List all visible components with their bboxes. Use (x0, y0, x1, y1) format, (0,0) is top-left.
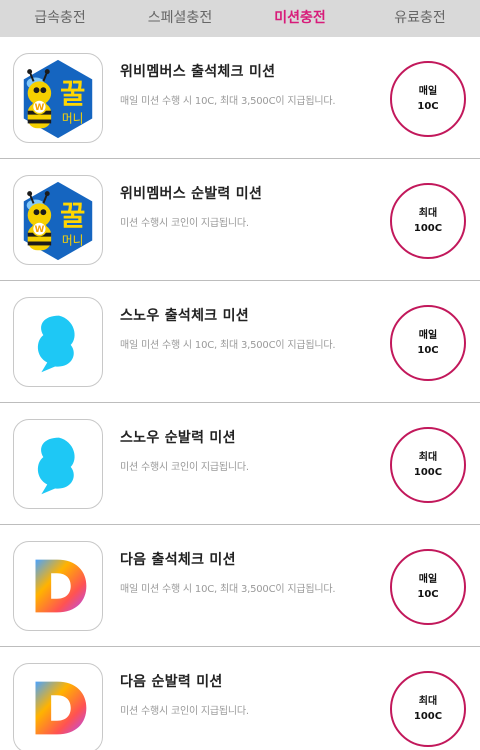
reward-label: 매일 (418, 86, 438, 97)
mission-description: 매일 미션 수행 시 10C, 최대 3,500C이 지급됩니다. (120, 96, 336, 107)
reward-label: 매일 (418, 330, 438, 341)
mission-description: 미션 수행시 코인이 지급됩니다. (120, 462, 249, 473)
mission-list: W 꿀 머니 위비멤버스 출석체크 미션 매일 미션 수행 시 10C, 최대 … (0, 37, 480, 750)
mission-title: 다음 출석체크 미션 (120, 552, 236, 568)
reward-label: 최대 (418, 208, 438, 219)
mission-row[interactable]: 다음 순발력 미션 미션 수행시 코인이 지급됩니다. 최대 100C (0, 647, 480, 750)
mission-title: 스노우 순발력 미션 (120, 430, 236, 446)
reward-button[interactable]: 최대 100C (390, 671, 466, 747)
mission-row[interactable]: 스노우 순발력 미션 미션 수행시 코인이 지급됩니다. 최대 100C (0, 403, 480, 525)
reward-button[interactable]: 매일 10C (390, 549, 466, 625)
reward-label: 최대 (418, 696, 438, 707)
mission-title: 스노우 출석체크 미션 (120, 308, 249, 324)
svg-text:꿀: 꿀 (60, 79, 85, 110)
daum-icon (13, 541, 103, 631)
reward-amount: 10C (417, 589, 439, 600)
reward-amount: 10C (417, 101, 439, 112)
svg-text:W: W (35, 103, 45, 113)
mission-description: 미션 수행시 코인이 지급됩니다. (120, 218, 249, 229)
reward-amount: 100C (413, 467, 443, 478)
svg-text:머니: 머니 (62, 233, 84, 247)
mission-row[interactable]: 다음 출석체크 미션 매일 미션 수행 시 10C, 최대 3,500C이 지급… (0, 525, 480, 647)
reward-label: 매일 (418, 574, 438, 585)
reward-button[interactable]: 최대 100C (390, 427, 466, 503)
snow-icon (13, 419, 103, 509)
reward-button[interactable]: 매일 10C (390, 305, 466, 381)
reward-button[interactable]: 매일 10C (390, 61, 466, 137)
mission-description: 매일 미션 수행 시 10C, 최대 3,500C이 지급됩니다. (120, 584, 336, 595)
kkul-money-icon: W 꿀 머니 (13, 53, 103, 143)
mission-row[interactable]: 스노우 출석체크 미션 매일 미션 수행 시 10C, 최대 3,500C이 지… (0, 281, 480, 403)
kkul-money-icon: W 꿀 머니 (13, 175, 103, 265)
mission-title: 위비멤버스 순발력 미션 (120, 186, 263, 202)
reward-button[interactable]: 최대 100C (390, 183, 466, 259)
svg-text:꿀: 꿀 (60, 201, 85, 232)
daum-icon (13, 663, 103, 750)
svg-text:W: W (35, 225, 45, 235)
svg-text:머니: 머니 (62, 111, 84, 125)
snow-icon (13, 297, 103, 387)
mission-row[interactable]: W 꿀 머니 위비멤버스 출석체크 미션 매일 미션 수행 시 10C, 최대 … (0, 37, 480, 159)
reward-label: 최대 (418, 452, 438, 463)
mission-description: 미션 수행시 코인이 지급됩니다. (120, 706, 249, 717)
reward-amount: 100C (413, 223, 443, 234)
mission-title: 다음 순발력 미션 (120, 674, 223, 690)
reward-amount: 100C (413, 711, 443, 722)
mission-row[interactable]: W 꿀 머니 위비멤버스 순발력 미션 미션 수행시 코인이 지급됩니다. 최대… (0, 159, 480, 281)
mission-description: 매일 미션 수행 시 10C, 최대 3,500C이 지급됩니다. (120, 340, 336, 351)
mission-title: 위비멤버스 출석체크 미션 (120, 64, 276, 80)
reward-amount: 10C (417, 345, 439, 356)
